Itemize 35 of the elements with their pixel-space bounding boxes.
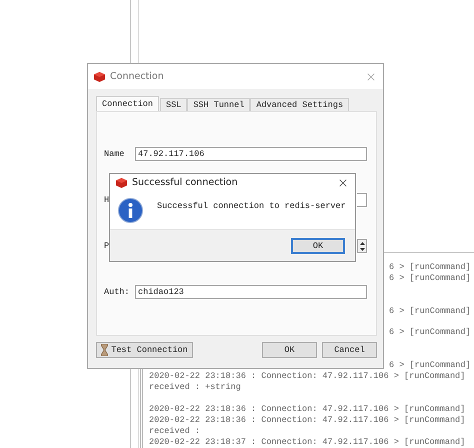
spin-arrows-icon [360,242,364,250]
cube-icon [116,178,127,188]
log-line: 6 > [runCommand] [389,306,471,317]
input-field[interactable]: chidao123 [135,285,367,299]
field-label: P [104,241,110,251]
tab[interactable]: Advanced Settings [250,98,350,111]
test-connection-button[interactable]: Test Connection [96,342,193,358]
log-line: 6 > [runCommand] [389,262,471,273]
message-title: Successful connection [132,177,239,188]
input-field[interactable]: 47.92.117.106 [135,147,367,161]
log-line: 6 > [runCommand] [389,273,471,284]
tab[interactable]: Connection [96,96,160,111]
log-line: received : [149,426,200,437]
log-line: 2020-02-22 23:18:36 : Connection: 47.92.117.106 > [runCommand] [149,371,466,382]
cancel-button[interactable]: Cancel [322,342,377,358]
field-label: Name [104,149,124,159]
log-line: 6 > [runCommand] [389,327,471,338]
log-line: 2020-02-22 23:18:36 : Connection: 47.92.117.106 > [runCommand] [149,414,466,426]
tab[interactable]: SSH Tunnel [187,98,250,111]
message-text: Successful connection to redis-server [157,201,346,211]
log-line: 2020-02-22 23:18:36 : Connection: 47.92.117.106 > [runCommand] [149,404,466,415]
ok-button[interactable]: OK [262,342,317,358]
cube-icon [94,72,105,82]
ok-button[interactable]: OK [291,238,345,254]
hourglass-icon [101,344,108,356]
tab[interactable]: SSL [160,98,188,111]
input-field[interactable] [357,193,367,207]
info-icon [118,198,143,222]
field-label: Auth: [104,287,130,297]
window-title: Connection [110,71,165,82]
log-line: 2020-02-22 23:18:37 : Connection: 47.92.117.106 > [runCommand] [149,436,466,448]
log-line: 6 > [runCommand] [389,360,471,372]
field-label: H [104,195,110,205]
spin-button[interactable] [357,239,367,253]
log-line: received : +string [149,382,241,394]
